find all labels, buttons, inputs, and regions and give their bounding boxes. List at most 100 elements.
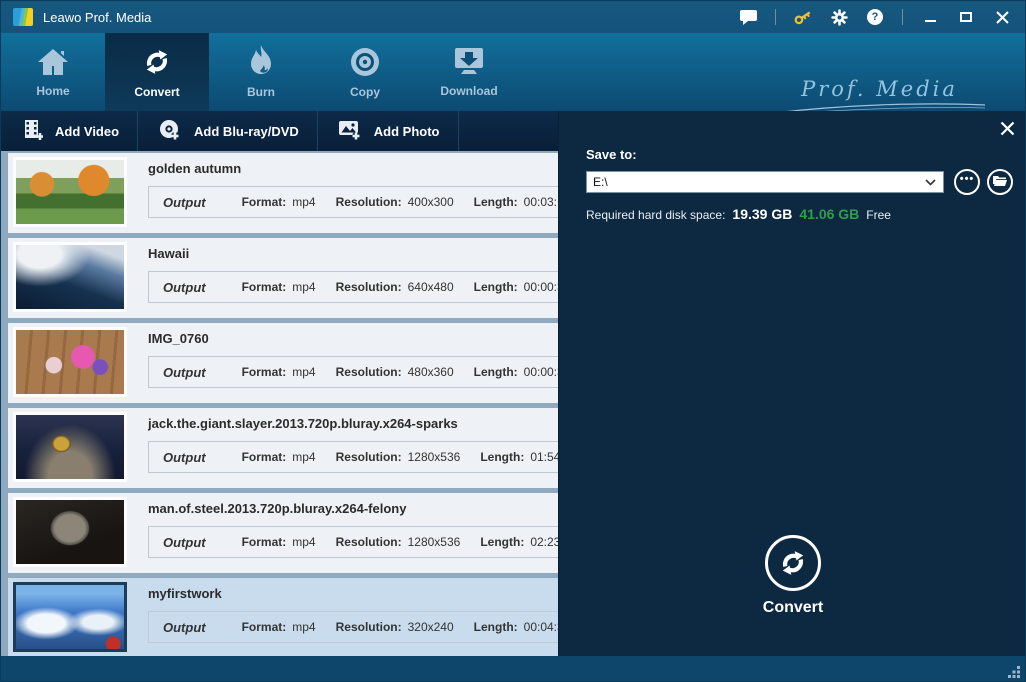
resolution-value: 1280x536 — [408, 535, 461, 549]
chevron-down-icon — [925, 179, 943, 186]
output-label: Output — [163, 620, 206, 635]
tab-burn[interactable]: Burn — [209, 33, 313, 111]
output-info[interactable]: Output Format: mp4 Resolution: 480x360 Len… — [148, 356, 558, 388]
tab-label: Download — [440, 84, 497, 98]
video-thumbnail — [13, 412, 127, 482]
open-folder-button[interactable] — [987, 169, 1013, 195]
tab-copy[interactable]: Copy — [313, 33, 417, 111]
format-label: Format: — [242, 535, 287, 549]
add-video-button[interactable]: Add Video — [1, 111, 137, 151]
tab-convert[interactable]: Convert — [105, 33, 209, 111]
length-label: Length: — [474, 365, 518, 379]
format-value: mp4 — [292, 195, 315, 209]
save-panel: Save to: E:\ ••• Required hard disk spac… — [558, 111, 1026, 656]
register-key-icon[interactable] — [794, 8, 812, 26]
output-label: Output — [163, 365, 206, 380]
folder-icon — [993, 173, 1007, 191]
length-label: Length: — [480, 450, 524, 464]
length-value: 00:03:12 — [524, 195, 558, 209]
add-photo-button[interactable]: Add Photo — [318, 111, 458, 151]
brand-text: Prof. Media — [772, 77, 987, 101]
video-thumbnail — [13, 497, 127, 567]
list-item[interactable]: man.of.steel.2013.720p.bluray.x264-felon… — [8, 493, 558, 573]
resolution-value: 1280x536 — [408, 450, 461, 464]
add-photo-icon — [338, 119, 362, 144]
resolution-label: Resolution: — [336, 620, 402, 634]
convert-button-label: Convert — [763, 599, 823, 617]
format-label: Format: — [242, 365, 287, 379]
minimize-button[interactable] — [921, 8, 939, 26]
titlebar: Leawo Prof. Media ? — [1, 1, 1025, 33]
output-label: Output — [163, 535, 206, 550]
add-bluray-icon — [158, 118, 182, 145]
output-label: Output — [163, 280, 206, 295]
maximize-button[interactable] — [957, 8, 975, 26]
home-icon — [35, 46, 71, 78]
video-title: golden autumn — [148, 161, 241, 176]
format-label: Format: — [242, 620, 287, 634]
window-title: Leawo Prof. Media — [43, 10, 151, 25]
video-title: Hawaii — [148, 246, 189, 261]
convert-icon — [139, 45, 175, 79]
burn-icon — [246, 45, 276, 79]
tab-home[interactable]: Home — [1, 33, 105, 111]
output-label: Output — [163, 450, 206, 465]
length-label: Length: — [480, 535, 524, 549]
list-item[interactable]: golden autumn Output Format:mp4 Resoluti… — [8, 153, 558, 233]
resolution-label: Resolution: — [336, 450, 402, 464]
video-thumbnail — [13, 242, 127, 312]
format-label: Format: — [242, 195, 287, 209]
length-value: 01:54:21 — [530, 450, 558, 464]
resolution-label: Resolution: — [336, 365, 402, 379]
output-info[interactable]: Output Format:mp4 Resolution:640x480 Len… — [148, 271, 558, 303]
required-space-label: Required hard disk space: — [586, 208, 725, 222]
add-bluray-button[interactable]: Add Blu-ray/DVD — [138, 111, 317, 151]
video-title: jack.the.giant.slayer.2013.720p.bluray.x… — [148, 416, 458, 431]
video-title: IMG_0760 — [148, 331, 209, 346]
tab-label: Home — [36, 84, 69, 98]
list-item[interactable]: Hawaii Output Format:mp4 Resolution:640x… — [8, 238, 558, 318]
list-item[interactable]: jack.the.giant.slayer.2013.720p.bluray.x… — [8, 408, 558, 488]
titlebar-separator — [775, 9, 776, 25]
format-label: Format: — [242, 450, 287, 464]
feedback-icon[interactable] — [739, 8, 757, 26]
output-info[interactable]: Output Format: mp4 Resolution: 1280x536 Le… — [148, 441, 558, 473]
length-value: 00:04:35 — [524, 620, 558, 634]
length-label: Length: — [474, 620, 518, 634]
resolution-label: Resolution: — [336, 535, 402, 549]
output-info[interactable]: Output Format:mp4 Resolution:320x240 Len… — [148, 611, 558, 643]
close-button[interactable] — [993, 8, 1011, 26]
length-value: 00:00:34 — [524, 365, 558, 379]
convert-button[interactable]: Convert — [559, 535, 1026, 617]
format-value: mp4 — [292, 535, 315, 549]
resolution-value: 320x240 — [408, 620, 454, 634]
resize-grip-icon[interactable] — [1008, 666, 1021, 679]
panel-close-icon[interactable] — [1000, 121, 1015, 141]
length-value: 00:00:36 — [524, 280, 558, 294]
disk-space-info: Required hard disk space: 19.39 GB 41.06… — [586, 206, 891, 222]
browse-folder-button[interactable]: ••• — [954, 169, 980, 195]
output-info[interactable]: Output Format: mp4 Resolution: 1280x536 Le… — [148, 526, 558, 558]
add-video-icon — [21, 119, 43, 144]
length-label: Length: — [474, 195, 518, 209]
toolbar-button-label: Add Blu-ray/DVD — [194, 124, 299, 139]
output-info[interactable]: Output Format:mp4 Resolution:400x300 Len… — [148, 186, 558, 218]
length-label: Length: — [474, 280, 518, 294]
leawo-logo-icon — [13, 8, 33, 26]
list-item-selected[interactable]: myfirstwork Output Format:mp4 Resolution… — [8, 578, 558, 656]
resolution-value: 480x360 — [408, 365, 454, 379]
resolution-label: Resolution: — [336, 195, 402, 209]
tab-download[interactable]: Download — [417, 33, 521, 111]
list-item[interactable]: IMG_0760 Output Format: mp4 Resolution: 48… — [8, 323, 558, 403]
tab-label: Copy — [350, 85, 380, 99]
save-path-dropdown[interactable]: E:\ — [586, 171, 944, 193]
video-title: man.of.steel.2013.720p.bluray.x264-felon… — [148, 501, 406, 516]
settings-gear-icon[interactable] — [830, 8, 848, 26]
format-value: mp4 — [292, 365, 315, 379]
help-icon[interactable]: ? — [866, 8, 884, 26]
format-value: mp4 — [292, 450, 315, 464]
save-path-value: E:\ — [587, 175, 925, 189]
app-window: Leawo Prof. Media ? — [0, 0, 1026, 682]
toolbar-button-label: Add Video — [55, 124, 119, 139]
media-list: golden autumn Output Format:mp4 Resoluti… — [1, 151, 558, 656]
